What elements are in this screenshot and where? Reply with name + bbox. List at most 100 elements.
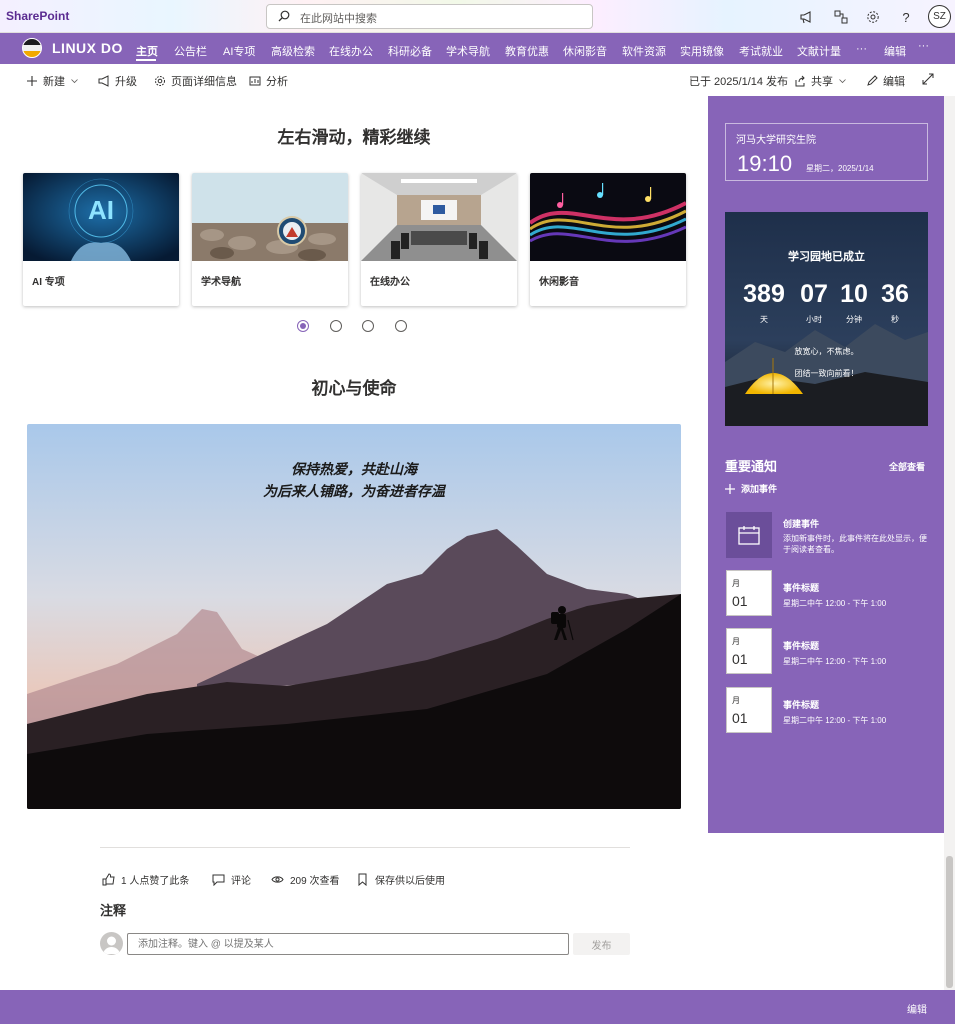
page-details-button[interactable]: 页面详细信息 bbox=[154, 73, 237, 89]
nav-item-leisure[interactable]: 休闲影音 bbox=[563, 43, 607, 59]
notices-view-all-link[interactable]: 全部查看 bbox=[889, 460, 925, 473]
create-event-tile[interactable] bbox=[726, 512, 772, 558]
share-network-icon[interactable] bbox=[832, 8, 850, 26]
event-day: 01 bbox=[732, 710, 748, 726]
event-time: 星期二中午 12:00 - 下午 1:00 bbox=[783, 716, 887, 725]
site-logo[interactable] bbox=[22, 38, 42, 58]
nav-edit-link[interactable]: 编辑 bbox=[884, 43, 906, 59]
nav-item-online-office[interactable]: 在线办公 bbox=[329, 43, 373, 59]
event-title[interactable]: 事件标题 bbox=[783, 581, 819, 594]
published-status: 已于 2025/1/14 发布 bbox=[689, 76, 789, 88]
event-time: 星期二中午 12:00 - 下午 1:00 bbox=[783, 657, 887, 666]
scrollbar-thumb[interactable] bbox=[946, 856, 953, 988]
app-brand[interactable]: SharePoint bbox=[6, 9, 69, 23]
countdown-days: 389 bbox=[743, 280, 785, 308]
gear-icon bbox=[155, 76, 165, 86]
carousel-card-leisure[interactable]: 休闲影音 bbox=[530, 173, 686, 306]
mission-title: 初心与使命 bbox=[311, 379, 397, 398]
event-day: 01 bbox=[732, 651, 748, 667]
nav-item-software[interactable]: 软件资源 bbox=[622, 43, 666, 59]
post-comment-button[interactable]: 发布 bbox=[573, 933, 630, 955]
search-icon bbox=[278, 10, 290, 22]
carousel-card-office[interactable]: 在线办公 bbox=[361, 173, 517, 306]
analytics-icon bbox=[249, 76, 261, 86]
compass-pebbles-image bbox=[192, 173, 348, 261]
countdown-widget: 学习园地已成立 389 07 10 36 天 小时 分钟 秒 放宽心，不焦虑。 … bbox=[725, 212, 928, 426]
carousel-dot-4[interactable] bbox=[395, 320, 407, 332]
site-title[interactable]: LINUX DO bbox=[52, 40, 123, 56]
event-date-tile[interactable]: 月 01 bbox=[726, 687, 772, 733]
comment-button[interactable]: 评论 bbox=[212, 872, 251, 887]
nav-item-announcements[interactable]: 公告栏 bbox=[174, 43, 207, 59]
nav-item-mirrors[interactable]: 实用镜像 bbox=[680, 43, 724, 59]
clock-org: 河马大学研究生院 bbox=[736, 135, 816, 146]
comment-input[interactable] bbox=[127, 933, 569, 955]
card-label: 休闲影音 bbox=[539, 277, 579, 288]
chevron-down-icon bbox=[71, 79, 78, 84]
plus-icon bbox=[725, 483, 735, 494]
save-for-later-button[interactable]: 保存供以后使用 bbox=[356, 872, 445, 887]
nav-more-button[interactable]: ··· bbox=[918, 40, 929, 52]
carousel-card-ai[interactable]: AI AI 专项 bbox=[23, 173, 179, 306]
person-icon bbox=[103, 936, 120, 954]
svg-text:AI: AI bbox=[88, 195, 114, 225]
carousel-title: 左右滑动，精彩继续 bbox=[277, 128, 431, 147]
mission-hero: 保持热爱，共赴山海 为后来人铺路，为奋进者存温 bbox=[27, 424, 681, 809]
megaphone-icon bbox=[98, 75, 109, 87]
megaphone-icon[interactable] bbox=[797, 8, 815, 26]
event-title[interactable]: 事件标题 bbox=[783, 698, 819, 711]
nav-item-advanced-search[interactable]: 高级检索 bbox=[271, 43, 315, 59]
clock-date: 星期二，2025/1/14 bbox=[806, 164, 874, 173]
expand-button[interactable] bbox=[922, 73, 934, 85]
bookmark-icon bbox=[358, 873, 367, 886]
event-date-tile[interactable]: 月 01 bbox=[726, 628, 772, 674]
event-date-tile[interactable]: 月 01 bbox=[726, 570, 772, 616]
mission-line-1: 保持热爱，共赴山海 bbox=[291, 461, 417, 477]
search-box[interactable]: 在此网站中搜索 bbox=[266, 4, 593, 29]
nav-overflow-button[interactable]: ··· bbox=[856, 43, 867, 55]
page-scrollbar[interactable] bbox=[944, 96, 955, 990]
clock-widget: 河马大学研究生院 19:10 星期二，2025/1/14 bbox=[725, 123, 928, 181]
carousel-card-academic[interactable]: 学术导航 bbox=[192, 173, 348, 306]
comment-icon bbox=[212, 874, 225, 886]
carousel-dot-2[interactable] bbox=[330, 320, 342, 332]
carousel-dot-1[interactable] bbox=[297, 320, 309, 332]
footer-edit-link[interactable]: 编辑 bbox=[907, 1001, 927, 1016]
nav-item-ai[interactable]: AI专项 bbox=[223, 43, 255, 59]
search-placeholder: 在此网站中搜索 bbox=[300, 13, 377, 25]
event-day: 01 bbox=[732, 593, 748, 609]
event-title[interactable]: 事件标题 bbox=[783, 639, 819, 652]
nav-item-bibliometrics[interactable]: 文献计量 bbox=[797, 43, 841, 59]
new-button[interactable]: 新建 bbox=[26, 73, 79, 89]
carousel-dot-3[interactable] bbox=[362, 320, 374, 332]
page-footer: 编辑 bbox=[0, 990, 955, 1024]
nav-item-home[interactable]: 主页 bbox=[136, 43, 158, 59]
nav-item-academic-nav[interactable]: 学术导航 bbox=[446, 43, 490, 59]
card-label: AI 专项 bbox=[32, 277, 65, 288]
edit-button[interactable]: 编辑 bbox=[866, 73, 905, 89]
upgrade-button[interactable]: 升级 bbox=[98, 73, 137, 89]
event-month: 月 bbox=[732, 696, 740, 705]
countdown-unit-minutes: 分钟 bbox=[846, 315, 862, 324]
card-label: 学术导航 bbox=[201, 277, 241, 288]
add-event-button[interactable]: 添加事件 bbox=[725, 482, 777, 495]
add-event-label: 添加事件 bbox=[741, 484, 778, 494]
countdown-unit-days: 天 bbox=[760, 315, 768, 324]
mission-line-2: 为后来人铺路，为奋进者存温 bbox=[263, 483, 445, 499]
nav-item-research[interactable]: 科研必备 bbox=[388, 43, 432, 59]
comment-label: 评论 bbox=[231, 876, 251, 887]
nav-item-edu-discounts[interactable]: 教育优惠 bbox=[505, 43, 549, 59]
event-month: 月 bbox=[732, 637, 740, 646]
chevron-down-icon bbox=[839, 79, 846, 84]
nav-item-exams-jobs[interactable]: 考试就业 bbox=[739, 43, 783, 59]
share-button[interactable]: 共享 bbox=[794, 73, 847, 89]
settings-icon[interactable] bbox=[864, 8, 882, 26]
meeting-room-image bbox=[361, 173, 517, 261]
analytics-button[interactable]: 分析 bbox=[249, 73, 288, 89]
command-bar: 新建 升级 页面详细信息 分析 已于 2025/1/14 发布 共享 编辑 bbox=[0, 64, 955, 96]
notices-title: 重要通知 bbox=[725, 459, 778, 474]
help-icon[interactable]: ? bbox=[897, 8, 915, 26]
expand-icon bbox=[922, 73, 934, 85]
like-button[interactable]: 1 人点赞了此条 bbox=[102, 872, 189, 887]
user-avatar[interactable]: SZ bbox=[928, 5, 951, 28]
